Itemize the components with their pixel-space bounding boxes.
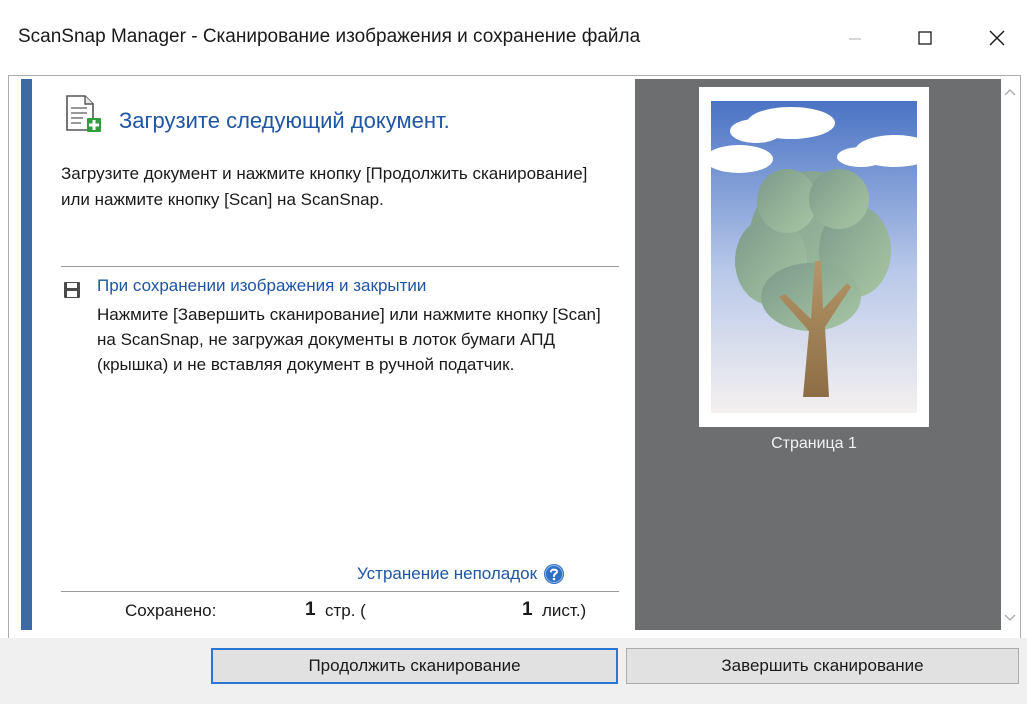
continue-scan-button[interactable]: Продолжить сканирование bbox=[211, 648, 618, 684]
chevron-down-icon bbox=[1004, 614, 1015, 621]
save-section-body: Нажмите [Завершить сканирование] или наж… bbox=[97, 305, 601, 374]
maximize-button[interactable] bbox=[903, 16, 947, 60]
save-section-title: При сохранении изображения и закрытии bbox=[97, 276, 427, 295]
maximize-icon bbox=[918, 31, 932, 45]
divider bbox=[61, 266, 619, 267]
add-document-icon bbox=[66, 95, 101, 132]
instruction-text: Загрузите документ и нажмите кнопку [Про… bbox=[61, 164, 588, 209]
minimize-icon bbox=[849, 38, 861, 40]
help-icon[interactable] bbox=[543, 563, 565, 585]
close-icon bbox=[989, 30, 1005, 46]
scroll-down-button[interactable] bbox=[1001, 609, 1018, 626]
chevron-up-icon bbox=[1004, 88, 1015, 95]
scansnap-dialog: ScanSnap Manager - Сканирование изображе… bbox=[0, 0, 1027, 704]
saved-status: Сохранено: 1 стр. ( 1 лист.) bbox=[61, 599, 621, 625]
preview-scrollbar[interactable] bbox=[1001, 79, 1018, 630]
scroll-up-button[interactable] bbox=[1001, 83, 1018, 100]
instruction-panel: Загрузите следующий документ. Загрузите … bbox=[21, 79, 629, 630]
close-button[interactable] bbox=[975, 16, 1019, 60]
scanned-image bbox=[711, 101, 917, 413]
preview-panel[interactable]: Страница 1 bbox=[635, 79, 1001, 630]
sheets-count: 1 bbox=[522, 599, 533, 620]
troubleshooting: Устранение неполадок bbox=[357, 561, 565, 587]
accent-bar bbox=[21, 79, 32, 630]
page-label: Страница 1 bbox=[771, 435, 857, 452]
save-icon bbox=[64, 282, 80, 298]
minimize-button[interactable] bbox=[833, 16, 877, 60]
button-bar: Продолжить сканирование Завершить сканир… bbox=[0, 638, 1027, 704]
main-heading: Загрузите следующий документ. bbox=[119, 108, 450, 133]
divider bbox=[61, 591, 619, 592]
troubleshooting-link[interactable]: Устранение неполадок bbox=[357, 564, 537, 584]
title-bar[interactable]: ScanSnap Manager - Сканирование изображе… bbox=[0, 0, 1027, 75]
sheets-unit: лист.) bbox=[542, 601, 587, 620]
main-area: Загрузите следующий документ. Загрузите … bbox=[8, 75, 1021, 639]
pages-count: 1 bbox=[305, 599, 316, 620]
window-title: ScanSnap Manager - Сканирование изображе… bbox=[18, 26, 641, 47]
finish-scan-button[interactable]: Завершить сканирование bbox=[626, 648, 1019, 684]
saved-label: Сохранено: bbox=[125, 601, 217, 620]
page-thumbnail[interactable] bbox=[699, 87, 929, 427]
pages-unit: стр. ( bbox=[325, 601, 366, 620]
